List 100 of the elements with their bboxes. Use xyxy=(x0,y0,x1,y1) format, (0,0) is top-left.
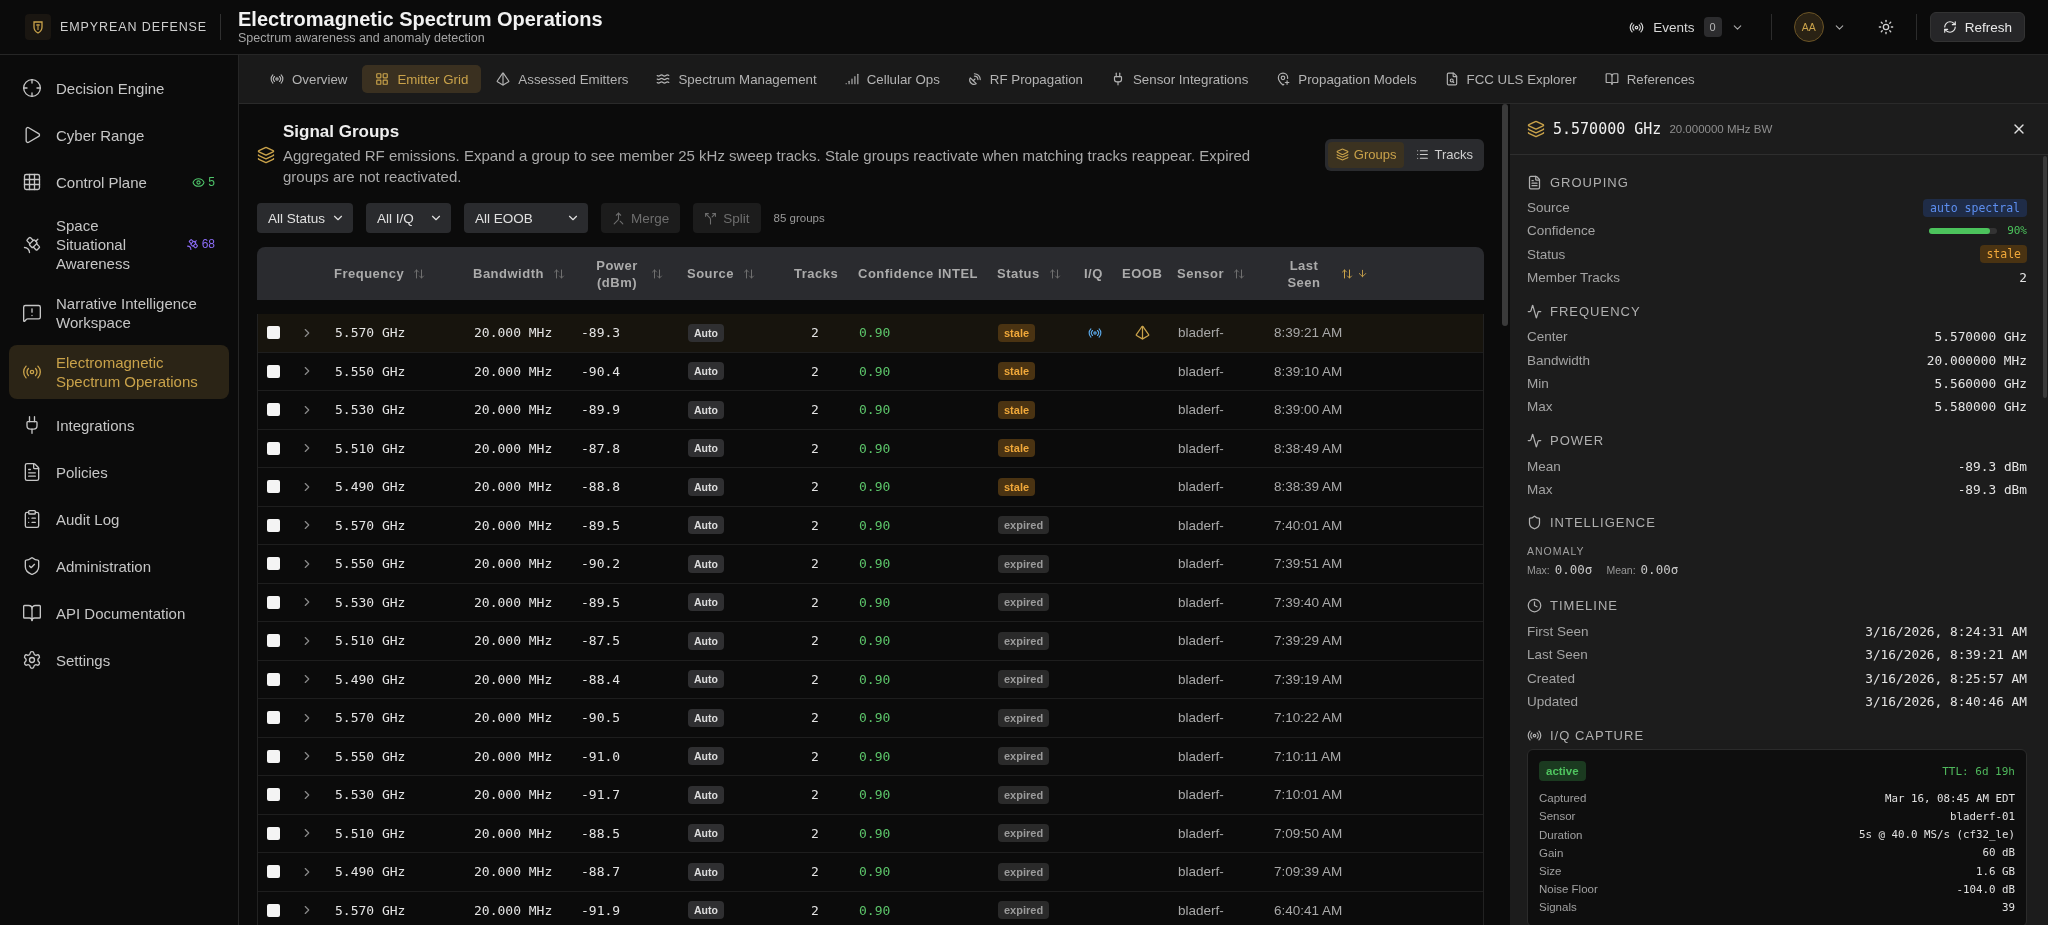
table-cell: -88.8 xyxy=(581,479,621,495)
sun-icon[interactable] xyxy=(1877,19,1894,35)
table-cell: 8:39:21 AM xyxy=(1274,325,1343,341)
table-cell: bladerf- xyxy=(1178,402,1224,418)
table-row[interactable]: 5.510 GHz 20.000 MHz -88.5 Auto 2 0.90 expired bladerf- 7:09:50 AM xyxy=(258,814,1483,853)
column-header[interactable]: Status xyxy=(997,265,1061,282)
sidebar-item[interactable]: Settings xyxy=(9,639,229,681)
user-avatar[interactable]: AA xyxy=(1793,12,1824,42)
table-cell: 0.90 xyxy=(859,363,891,379)
table-cell: bladerf- xyxy=(1178,633,1224,649)
sort-icon xyxy=(413,267,426,280)
row-checkbox[interactable] xyxy=(267,403,280,417)
table-row[interactable]: 5.530 GHz 20.000 MHz -89.9 Auto 2 0.90 stale bladerf- 8:39:00 AM xyxy=(258,391,1483,430)
source-badge: Auto xyxy=(688,862,724,881)
clipboard-list-icon xyxy=(22,509,42,529)
table-row[interactable]: 5.510 GHz 20.000 MHz -87.5 Auto 2 0.90 expired bladerf- 7:39:29 AM xyxy=(258,622,1483,661)
row-checkbox[interactable] xyxy=(267,826,280,840)
sidebar-item[interactable]: Cyber Range xyxy=(9,114,229,156)
filter-dropdown[interactable]: All I/Q xyxy=(366,203,451,233)
table-row[interactable]: 5.550 GHz 20.000 MHz -91.0 Auto 2 0.90 expired bladerf- 7:10:11 AM xyxy=(258,737,1483,776)
column-header[interactable]: Bandwidth xyxy=(473,265,565,282)
tab[interactable]: FCC ULS Explorer xyxy=(1431,65,1590,93)
row-checkbox[interactable] xyxy=(267,788,280,802)
tab[interactable]: Sensor Integrations xyxy=(1098,65,1262,93)
column-header[interactable]: Power (dBm) xyxy=(593,256,663,291)
table-row[interactable]: 5.490 GHz 20.000 MHz -88.8 Auto 2 0.90 stale bladerf- 8:38:39 AM xyxy=(258,468,1483,507)
sidebar-item[interactable]: Integrations xyxy=(9,404,229,446)
table-cell: 5.530 GHz xyxy=(335,787,406,803)
row-checkbox[interactable] xyxy=(267,865,280,879)
filter-dropdown[interactable]: All EOOB xyxy=(464,203,588,233)
row-checkbox[interactable] xyxy=(267,480,280,494)
row-checkbox[interactable] xyxy=(267,557,280,571)
table-cell: 7:10:22 AM xyxy=(1274,710,1343,726)
sidebar-item[interactable]: Policies xyxy=(9,451,229,493)
table-cell: bladerf- xyxy=(1178,556,1224,572)
row-checkbox[interactable] xyxy=(267,749,280,763)
sidebar-item[interactable]: Space Situational Awareness 68 xyxy=(9,208,229,281)
percent-value: 90% xyxy=(2007,224,2027,238)
table-row[interactable]: 5.490 GHz 20.000 MHz -88.4 Auto 2 0.90 expired bladerf- 7:39:19 AM xyxy=(258,660,1483,699)
row-checkbox[interactable] xyxy=(267,711,280,725)
column-header[interactable]: Last Seen xyxy=(1285,256,1368,291)
table-cell: 2 xyxy=(811,556,819,572)
tab[interactable]: Propagation Models xyxy=(1263,65,1430,93)
toggle-button[interactable]: Groups xyxy=(1327,141,1405,168)
sidebar-item[interactable]: Decision Engine xyxy=(9,67,229,109)
refresh-button[interactable]: Refresh xyxy=(1929,12,2025,42)
row-checkbox[interactable] xyxy=(267,326,280,340)
toggle-button[interactable]: Tracks xyxy=(1408,141,1481,168)
row-checkbox[interactable] xyxy=(267,634,280,648)
tab[interactable]: Cellular Ops xyxy=(831,65,953,93)
section-description: Aggregated RF emissions. Expand a group to see member 25 kHz sweep tracks. Stale groups reactivate when matching tracks reappear. Expired groups are not reactivated. xyxy=(283,146,1252,187)
row-checkbox[interactable] xyxy=(267,364,280,378)
row-checkbox[interactable] xyxy=(267,903,280,917)
column-header[interactable]: Frequency xyxy=(334,265,426,282)
tab[interactable]: Spectrum Management xyxy=(643,65,830,93)
sidebar-item[interactable]: Electromagnetic Spectrum Operations xyxy=(9,345,229,399)
events-button[interactable]: Events 0 xyxy=(1629,13,1744,41)
table-row[interactable]: 5.570 GHz 20.000 MHz -91.9 Auto 2 0.90 expired bladerf- 6:40:41 AM xyxy=(258,891,1483,925)
table-cell: -90.4 xyxy=(581,363,621,379)
sidebar-item[interactable]: Audit Log xyxy=(9,498,229,540)
table-row[interactable]: 5.510 GHz 20.000 MHz -87.8 Auto 2 0.90 stale bladerf- 8:38:49 AM xyxy=(258,429,1483,468)
table-cell: 0.90 xyxy=(859,748,891,764)
satellite-icon xyxy=(22,234,42,255)
table-row[interactable]: 5.490 GHz 20.000 MHz -88.7 Auto 2 0.90 expired bladerf- 7:09:39 AM xyxy=(258,853,1483,892)
table-row[interactable]: 5.550 GHz 20.000 MHz -90.2 Auto 2 0.90 expired bladerf- 7:39:51 AM xyxy=(258,545,1483,584)
sidebar-item[interactable]: Control Plane 5 xyxy=(9,161,229,203)
table-row[interactable]: 5.570 GHz 20.000 MHz -89.5 Auto 2 0.90 expired bladerf- 7:40:01 AM xyxy=(258,506,1483,545)
table-row[interactable]: 5.570 GHz 20.000 MHz -89.3 Auto 2 0.90 stale bladerf- 8:39:21 AM xyxy=(258,314,1483,353)
tab[interactable]: Overview xyxy=(257,65,361,93)
table-cell: 0.90 xyxy=(859,479,891,495)
sidebar-item[interactable]: Narrative Intelligence Workspace xyxy=(9,286,229,340)
table-row[interactable]: 5.530 GHz 20.000 MHz -91.7 Auto 2 0.90 expired bladerf- 7:10:01 AM xyxy=(258,776,1483,815)
table-cell: -91.0 xyxy=(581,748,621,764)
tab[interactable]: Assessed Emitters xyxy=(483,65,642,93)
crosshair-icon xyxy=(22,78,42,98)
column-header: I/Q xyxy=(1084,265,1103,282)
column-header[interactable]: Source xyxy=(687,265,756,282)
tab[interactable]: Emitter Grid xyxy=(362,65,482,93)
row-checkbox[interactable] xyxy=(267,518,280,532)
scrollbar-thumb[interactable] xyxy=(1502,104,1508,326)
row-checkbox[interactable] xyxy=(267,595,280,609)
sidebar-item[interactable]: API Documentation xyxy=(9,592,229,634)
row-checkbox[interactable] xyxy=(267,672,280,686)
table-row[interactable]: 5.550 GHz 20.000 MHz -90.4 Auto 2 0.90 stale bladerf- 8:39:10 AM xyxy=(258,352,1483,391)
tab[interactable]: References xyxy=(1591,65,1708,93)
row-checkbox[interactable] xyxy=(267,441,280,455)
table-row[interactable]: 5.530 GHz 20.000 MHz -89.5 Auto 2 0.90 expired bladerf- 7:39:40 AM xyxy=(258,583,1483,622)
table-cell: 2 xyxy=(811,902,819,918)
column-header[interactable]: Sensor xyxy=(1177,265,1246,282)
map-pin-plus-icon xyxy=(1276,72,1291,86)
status-badge: expired xyxy=(998,862,1050,881)
table-cell: 0.90 xyxy=(859,440,891,456)
column-header: Confidence xyxy=(858,265,934,282)
tab[interactable]: RF Propagation xyxy=(954,65,1096,93)
status-badge: stale xyxy=(1980,245,2027,264)
filter-dropdown[interactable]: All Status xyxy=(257,203,353,233)
table-row[interactable]: 5.570 GHz 20.000 MHz -90.5 Auto 2 0.90 expired bladerf- 7:10:22 AM xyxy=(258,699,1483,738)
sidebar-item[interactable]: Administration xyxy=(9,545,229,587)
table-cell: 20.000 MHz xyxy=(474,363,553,379)
table-cell: 2 xyxy=(811,864,819,880)
